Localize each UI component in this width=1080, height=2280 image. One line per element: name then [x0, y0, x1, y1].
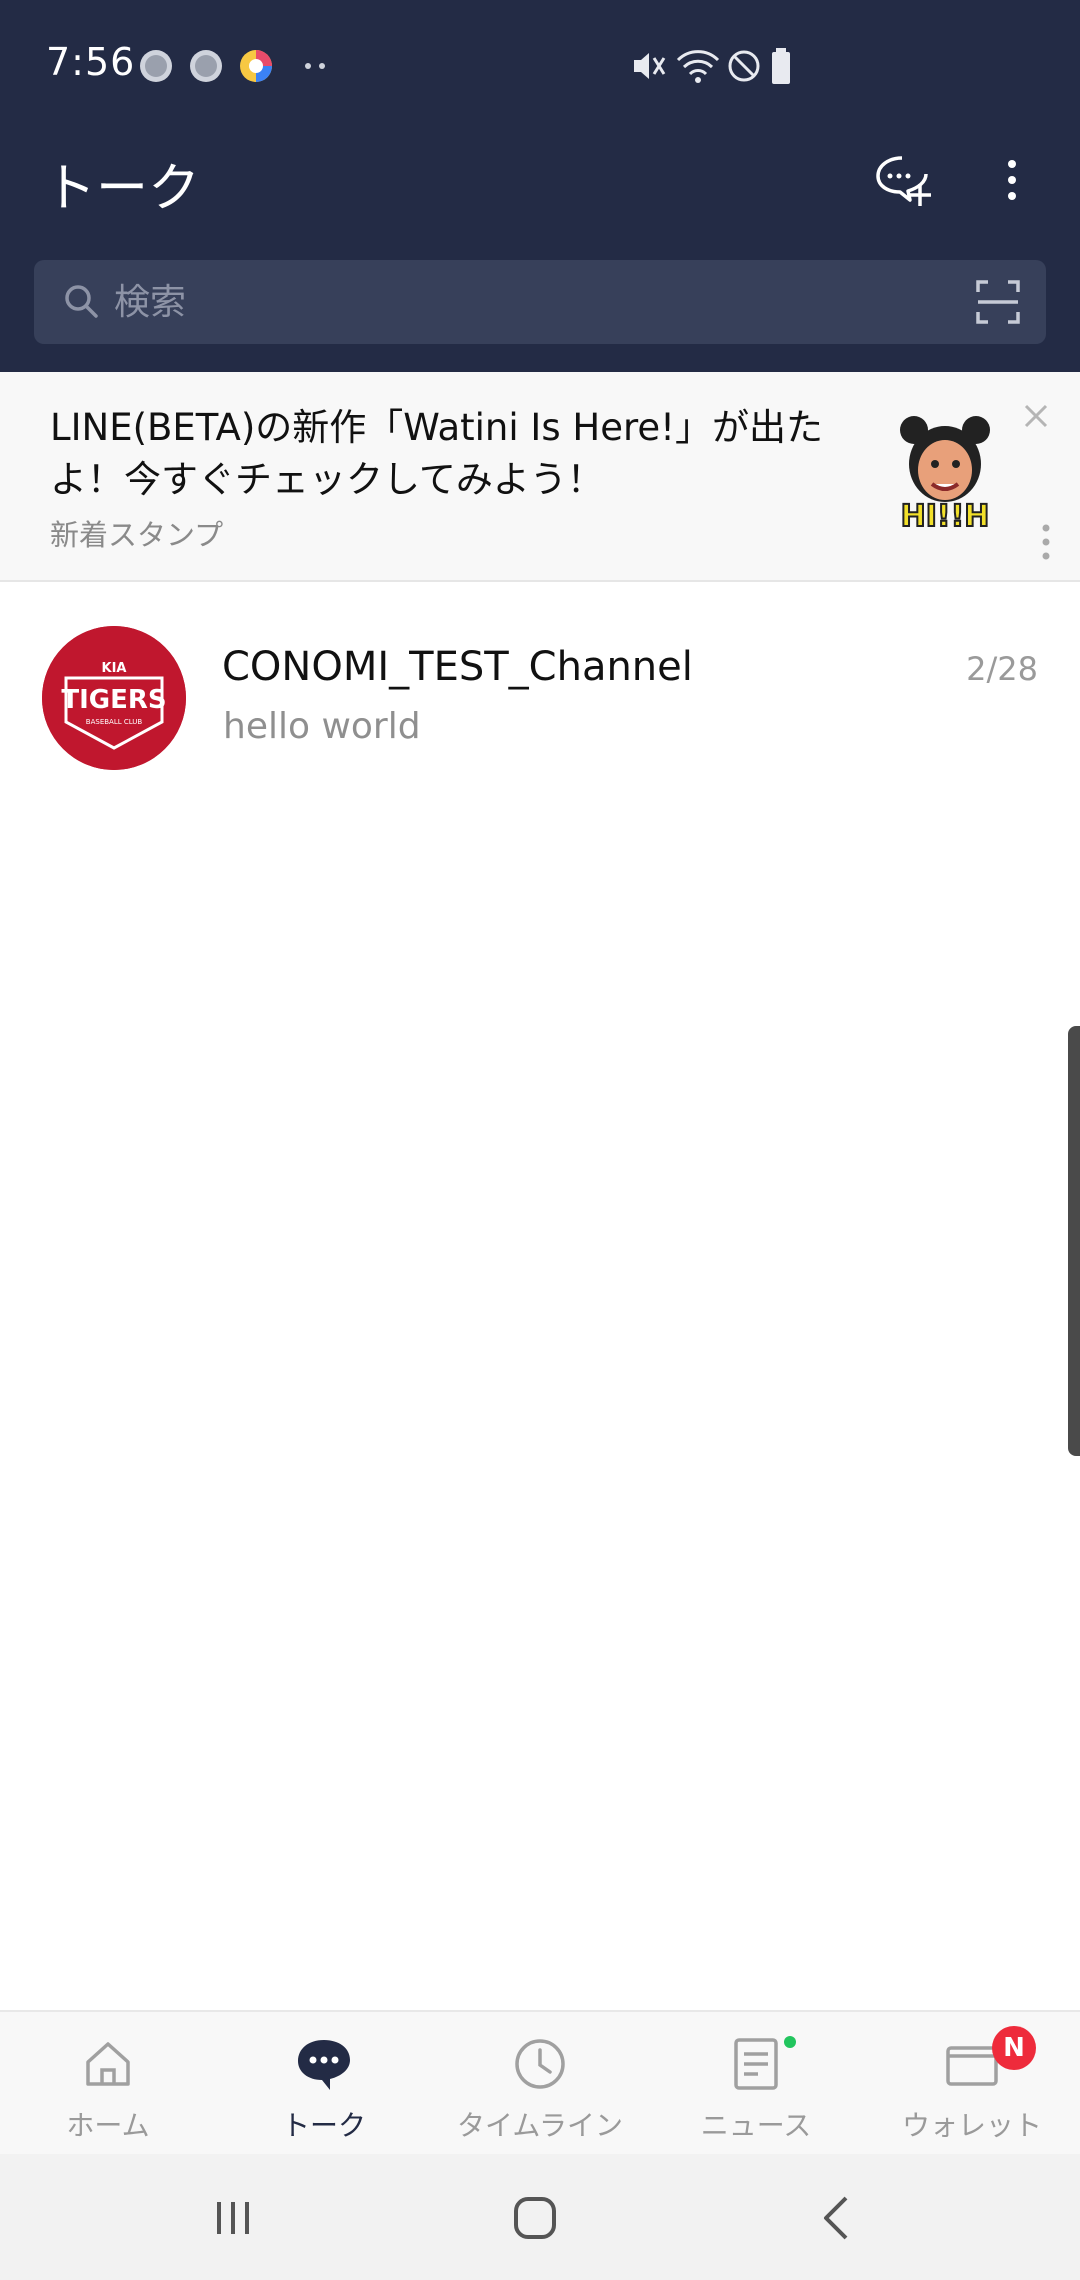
- avatar: KIA TIGERS BASEBALL CLUB: [42, 626, 186, 770]
- status-time: 7:56: [46, 40, 136, 84]
- chat-list-item[interactable]: KIA TIGERS BASEBALL CLUB CONOMI_TEST_Cha…: [0, 600, 1080, 800]
- status-bar: 7:56: [0, 0, 1080, 108]
- nav-item-wallet[interactable]: N ウォレット: [864, 2012, 1080, 2156]
- promo-banner[interactable]: LINE(BETA)の新作「Watini Is Here!」が出たよ！今すぐチェ…: [0, 372, 1080, 582]
- clock-icon: [515, 2039, 565, 2089]
- more-dots-icon: [305, 63, 325, 69]
- chat-last-message: hello world: [223, 706, 421, 747]
- nav-label: タイムライン: [456, 2109, 624, 2142]
- tigers-logo: KIA TIGERS BASEBALL CLUB: [42, 626, 186, 770]
- talk-icon: [298, 2040, 350, 2090]
- nav-item-talk[interactable]: トーク: [216, 2012, 432, 2156]
- avatar-brand-sub: BASEBALL CLUB: [86, 718, 143, 726]
- nav-label: トーク: [281, 2109, 366, 2142]
- new-chat-icon[interactable]: [870, 148, 934, 212]
- scrollbar-handle[interactable]: [1068, 1026, 1080, 1456]
- recent-apps-icon[interactable]: [203, 2188, 263, 2248]
- nav-item-news[interactable]: ニュース: [648, 2012, 864, 2156]
- avatar-brand-top: KIA: [102, 661, 127, 676]
- home-icon: [86, 2042, 130, 2086]
- circle-icon: [140, 50, 172, 82]
- chat-name: CONOMI_TEST_Channel: [222, 644, 693, 690]
- search-input[interactable]: [114, 260, 914, 344]
- more-vertical-icon[interactable]: [1034, 512, 1058, 572]
- app-header: トーク: [0, 108, 1080, 372]
- qr-scan-icon[interactable]: [974, 278, 1022, 326]
- avatar-brand: TIGERS: [61, 685, 166, 715]
- wallet-badge: N: [992, 2026, 1036, 2070]
- nav-item-timeline[interactable]: タイムライン: [432, 2012, 648, 2156]
- bottom-nav: ホーム トーク タイムライン ニュース N ウォレット: [0, 2010, 1080, 2154]
- browser-icon: [240, 50, 272, 82]
- nav-label: ウォレット: [901, 2109, 1042, 2142]
- promo-text: LINE(BETA)の新作「Watini Is Here!」が出たよ！今すぐチェ…: [50, 406, 823, 501]
- battery-icon: [772, 48, 790, 84]
- news-indicator-dot: [784, 2036, 796, 2048]
- sticker-caption: HI!!H: [901, 499, 990, 532]
- search-icon: [65, 285, 98, 318]
- news-icon: [734, 2038, 778, 2090]
- wifi-icon: [676, 50, 720, 83]
- more-vertical-icon[interactable]: [980, 148, 1044, 212]
- nav-label: ニュース: [700, 2109, 812, 2142]
- mute-icon: [634, 53, 666, 79]
- page-title: トーク: [44, 159, 201, 219]
- sticker-image: HI!!H: [900, 416, 990, 532]
- chat-date: 2/28: [966, 650, 1038, 688]
- close-icon[interactable]: [1012, 392, 1060, 440]
- nav-label: ホーム: [66, 2109, 150, 2142]
- nav-item-home[interactable]: ホーム: [0, 2012, 216, 2156]
- promo-subtext: 新着スタンプ: [50, 518, 224, 552]
- search-bar[interactable]: [34, 260, 1046, 344]
- do-not-disturb-icon: [728, 50, 760, 82]
- home-button-icon[interactable]: [505, 2188, 565, 2248]
- back-icon[interactable]: [808, 2188, 868, 2248]
- system-navigation-bar: [0, 2154, 1080, 2280]
- circle-icon: [190, 50, 222, 82]
